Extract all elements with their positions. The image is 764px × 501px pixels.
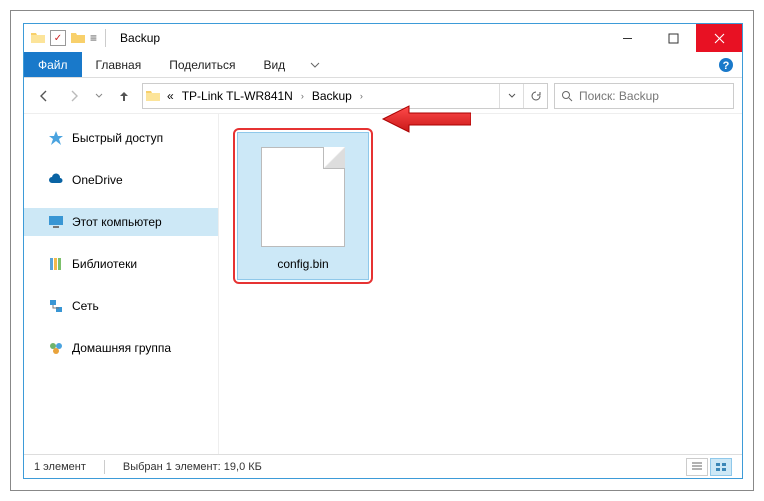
status-bar: 1 элемент Выбран 1 элемент: 19,0 КБ [24, 454, 742, 478]
status-selected: Выбран 1 элемент: 19,0 КБ [123, 461, 262, 473]
refresh-button[interactable] [523, 84, 547, 108]
cloud-icon [48, 172, 64, 188]
file-item-selected[interactable]: config.bin [233, 128, 373, 284]
view-large-icons-button[interactable] [710, 458, 732, 476]
file-name: config.bin [277, 257, 328, 271]
address-row: « TP-Link TL-WR841N › Backup › Поиск: Ba… [24, 78, 742, 114]
navigation-pane: Быстрый доступ OneDrive Этот компьютер Б… [24, 114, 219, 454]
view-details-button[interactable] [686, 458, 708, 476]
title-bar: ✓ ≡ Backup [24, 24, 742, 52]
status-count: 1 элемент [34, 461, 86, 473]
nav-onedrive[interactable]: OneDrive [24, 166, 218, 194]
ribbon-tabs: Файл Главная Поделиться Вид ? [24, 52, 742, 78]
tab-home[interactable]: Главная [82, 52, 156, 77]
forward-button[interactable] [62, 84, 86, 108]
qat-properties-icon[interactable]: ✓ [50, 30, 66, 46]
address-dropdown[interactable] [499, 84, 523, 108]
search-icon [561, 90, 573, 102]
qat-overflow[interactable]: ≡ [90, 31, 97, 45]
star-icon [48, 130, 64, 146]
homegroup-icon [48, 340, 64, 356]
close-button[interactable] [696, 24, 742, 52]
chevron-right-icon[interactable]: › [356, 91, 367, 101]
chevron-right-icon[interactable]: › [297, 91, 308, 101]
content-area[interactable]: config.bin [219, 114, 742, 454]
breadcrumb-seg-1[interactable]: TP-Link TL-WR841N [178, 84, 297, 108]
maximize-button[interactable] [650, 24, 696, 52]
qat-folder-icon[interactable] [70, 30, 86, 46]
breadcrumb-seg-2[interactable]: Backup [308, 84, 356, 108]
search-input[interactable]: Поиск: Backup [554, 83, 734, 109]
nav-libraries[interactable]: Библиотеки [24, 250, 218, 278]
nav-this-pc[interactable]: Этот компьютер [24, 208, 218, 236]
nav-homegroup[interactable]: Домашняя группа [24, 334, 218, 362]
search-placeholder: Поиск: Backup [579, 89, 659, 103]
explorer-window: ✓ ≡ Backup Файл Главная Поделиться Вид ?… [23, 23, 743, 479]
nav-quick-access[interactable]: Быстрый доступ [24, 124, 218, 152]
monitor-icon [48, 214, 64, 230]
window-title: Backup [120, 31, 160, 45]
back-button[interactable] [32, 84, 56, 108]
network-icon [48, 298, 64, 314]
nav-network[interactable]: Сеть [24, 292, 218, 320]
libraries-icon [48, 256, 64, 272]
svg-text:?: ? [723, 60, 730, 72]
ribbon-expand-button[interactable] [299, 52, 331, 77]
help-button[interactable]: ? [710, 52, 742, 77]
up-button[interactable] [112, 84, 136, 108]
tab-share[interactable]: Поделиться [155, 52, 249, 77]
breadcrumb-ellipsis[interactable]: « [163, 84, 178, 108]
folder-icon [30, 30, 46, 46]
address-bar[interactable]: « TP-Link TL-WR841N › Backup › [142, 83, 548, 109]
tab-file[interactable]: Файл [24, 52, 82, 77]
recent-dropdown[interactable] [92, 84, 106, 108]
tab-view[interactable]: Вид [249, 52, 299, 77]
file-icon [261, 147, 345, 247]
minimize-button[interactable] [604, 24, 650, 52]
folder-icon [145, 88, 161, 104]
